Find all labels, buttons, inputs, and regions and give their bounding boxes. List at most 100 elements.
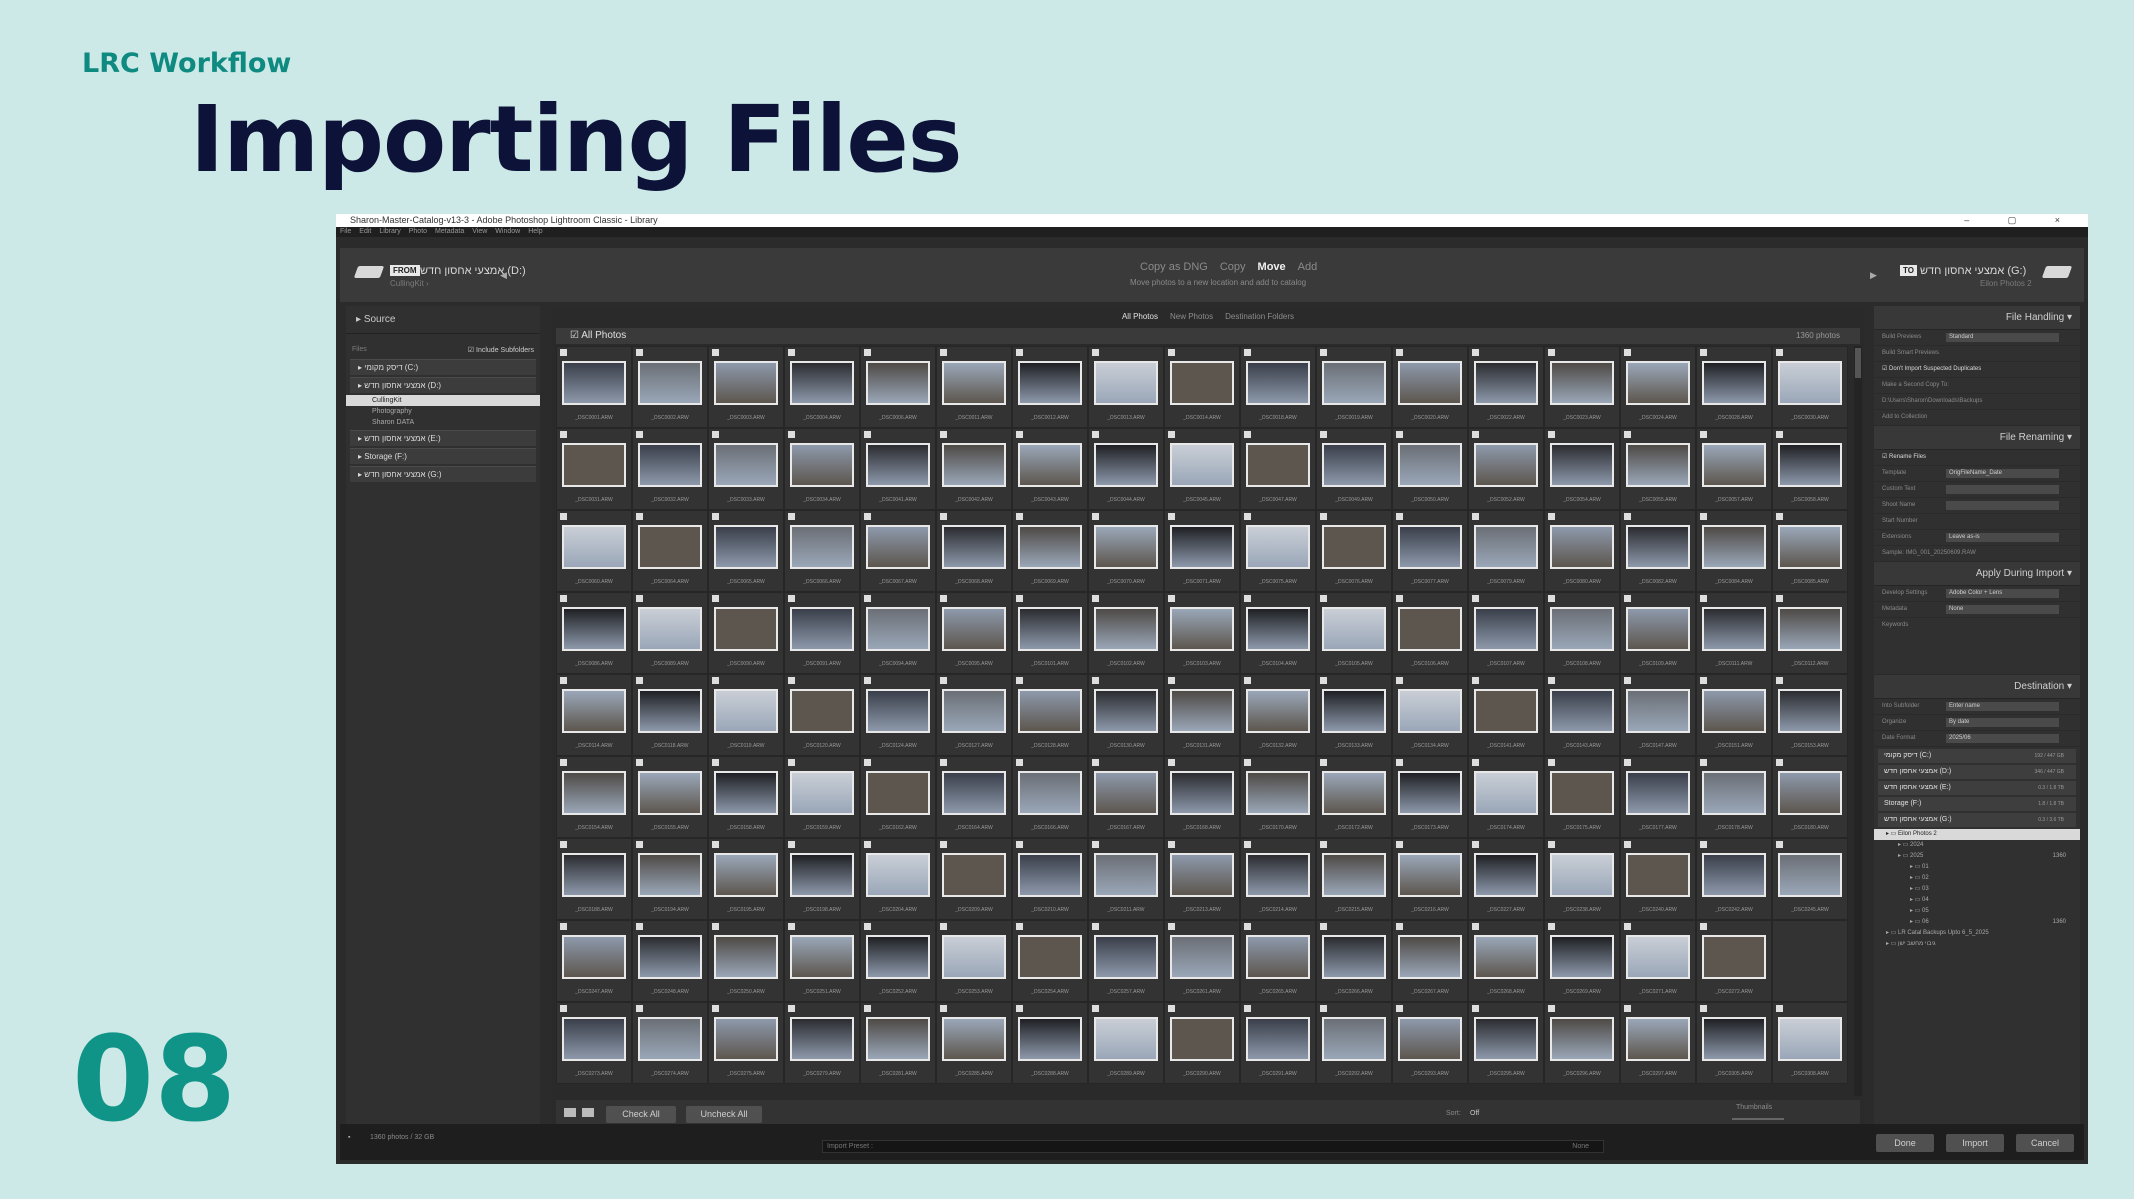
photo-cell[interactable]: _DSC0076.ARW [1316, 510, 1392, 592]
photo-thumbnail[interactable] [562, 689, 626, 733]
photo-checkbox[interactable] [1776, 677, 1783, 684]
photo-cell[interactable]: _DSC0269.ARW [1544, 920, 1620, 1002]
photo-checkbox[interactable] [1320, 595, 1327, 602]
photo-cell[interactable]: _DSC0305.ARW [1696, 1002, 1772, 1084]
photo-thumbnail[interactable] [1094, 689, 1158, 733]
include-subfolders-checkbox[interactable]: ☑ Include Subfolders [468, 346, 534, 354]
photo-thumbnail[interactable] [1322, 853, 1386, 897]
photo-checkbox[interactable] [1168, 513, 1175, 520]
source-volume[interactable]: ▸ אמצעי אחסון חדש (E:) [350, 430, 536, 446]
photo-thumbnail[interactable] [638, 361, 702, 405]
develop-settings[interactable]: Develop Settings Adobe Color + Lens [1874, 586, 2080, 602]
photo-cell[interactable]: _DSC0274.ARW [632, 1002, 708, 1084]
photo-cell[interactable]: _DSC0002.ARW [632, 346, 708, 428]
photo-checkbox[interactable] [940, 595, 947, 602]
photo-thumbnail[interactable] [1778, 1017, 1842, 1061]
source-subfolder[interactable]: CullingKit [346, 395, 540, 406]
photo-checkbox[interactable] [1016, 923, 1023, 930]
photo-thumbnail[interactable] [1246, 525, 1310, 569]
photo-thumbnail[interactable] [1170, 525, 1234, 569]
photo-thumbnail[interactable] [1246, 361, 1310, 405]
photo-thumbnail[interactable] [1626, 689, 1690, 733]
photo-cell[interactable]: _DSC0004.ARW [784, 346, 860, 428]
photo-cell[interactable]: _DSC0069.ARW [1012, 510, 1088, 592]
photo-cell[interactable]: _DSC0257.ARW [1088, 920, 1164, 1002]
photo-cell[interactable]: _DSC0238.ARW [1544, 838, 1620, 920]
photo-cell[interactable]: _DSC0049.ARW [1316, 428, 1392, 510]
to-volume[interactable]: אמצעי אחסון חדש (G:) [1920, 265, 2026, 277]
photo-thumbnail[interactable] [1702, 771, 1766, 815]
photo-thumbnail[interactable] [790, 443, 854, 487]
photo-thumbnail[interactable] [562, 525, 626, 569]
photo-checkbox[interactable] [1472, 677, 1479, 684]
photo-cell[interactable]: _DSC0067.ARW [860, 510, 936, 592]
photo-checkbox[interactable] [1396, 431, 1403, 438]
photo-thumbnail[interactable] [866, 853, 930, 897]
photo-cell[interactable]: _DSC0247.ARW [556, 920, 632, 1002]
filter-tab[interactable]: Destination Folders [1225, 312, 1294, 321]
photo-cell[interactable]: _DSC0250.ARW [708, 920, 784, 1002]
photo-thumbnail[interactable] [1018, 361, 1082, 405]
photo-cell[interactable]: _DSC0106.ARW [1392, 592, 1468, 674]
photo-cell[interactable]: _DSC0068.ARW [936, 510, 1012, 592]
destination-volume[interactable]: אמצעי אחסון חדש (E:) 0.3 / 1.8 TB [1878, 781, 2076, 795]
photo-checkbox[interactable] [864, 923, 871, 930]
photo-thumbnail[interactable] [638, 525, 702, 569]
photo-cell[interactable]: _DSC0296.ARW [1544, 1002, 1620, 1084]
photo-checkbox[interactable] [1092, 595, 1099, 602]
photo-cell[interactable]: _DSC0308.ARW [1772, 1002, 1848, 1084]
photo-thumbnail[interactable] [1170, 935, 1234, 979]
photo-cell[interactable]: _DSC0275.ARW [708, 1002, 784, 1084]
photo-thumbnail[interactable] [1474, 1017, 1538, 1061]
photo-checkbox[interactable] [1776, 1005, 1783, 1012]
photo-checkbox[interactable] [1016, 595, 1023, 602]
photo-thumbnail[interactable] [1246, 1017, 1310, 1061]
photo-cell[interactable]: _DSC0032.ARW [632, 428, 708, 510]
photo-checkbox[interactable] [788, 349, 795, 356]
source-volume[interactable]: ▸ אמצעי אחסון חדש (D:) [350, 377, 536, 393]
photo-thumbnail[interactable] [562, 607, 626, 651]
photo-cell[interactable]: _DSC0107.ARW [1468, 592, 1544, 674]
photo-cell[interactable]: _DSC0024.ARW [1620, 346, 1696, 428]
photo-checkbox[interactable] [1624, 431, 1631, 438]
photo-checkbox[interactable] [1700, 1005, 1707, 1012]
photo-checkbox[interactable] [1472, 431, 1479, 438]
photo-checkbox[interactable] [1700, 759, 1707, 766]
photo-checkbox[interactable] [636, 677, 643, 684]
photo-thumbnail[interactable] [866, 361, 930, 405]
photo-thumbnail[interactable] [714, 689, 778, 733]
photo-checkbox[interactable] [1472, 513, 1479, 520]
photo-thumbnail[interactable] [1246, 771, 1310, 815]
menu-item[interactable]: Metadata [435, 228, 464, 235]
photo-checkbox[interactable] [1776, 841, 1783, 848]
photo-checkbox[interactable] [712, 841, 719, 848]
source-volume[interactable]: ▸ Storage (F:) [350, 448, 536, 464]
smart-previews[interactable]: Build Smart Previews [1874, 346, 2080, 362]
photo-checkbox[interactable] [1244, 841, 1251, 848]
photo-thumbnail[interactable] [714, 771, 778, 815]
photo-thumbnail[interactable] [562, 361, 626, 405]
photo-thumbnail[interactable] [714, 607, 778, 651]
to-arrow-icon[interactable]: ▶ [1870, 270, 1877, 281]
photo-thumbnail[interactable] [1018, 935, 1082, 979]
photo-checkbox[interactable] [1776, 759, 1783, 766]
photo-checkbox[interactable] [1624, 923, 1631, 930]
photo-cell[interactable]: _DSC0289.ARW [1088, 1002, 1164, 1084]
photo-checkbox[interactable] [1244, 595, 1251, 602]
photo-cell[interactable]: _DSC0118.ARW [632, 674, 708, 756]
destination-folder[interactable]: ▸ ▭ גיבוי מחשב ישן [1874, 939, 2080, 950]
extensions-value[interactable]: Leave as-is [1946, 533, 2059, 542]
from-arrow-icon[interactable]: ◀ [500, 270, 507, 281]
photo-checkbox[interactable] [1472, 1005, 1479, 1012]
photo-cell[interactable]: _DSC0178.ARW [1696, 756, 1772, 838]
photo-thumbnail[interactable] [1474, 361, 1538, 405]
photo-checkbox[interactable] [712, 513, 719, 520]
photo-checkbox[interactable] [560, 431, 567, 438]
photo-checkbox[interactable] [1244, 349, 1251, 356]
photo-cell[interactable]: _DSC0209.ARW [936, 838, 1012, 920]
photo-cell[interactable]: _DSC0172.ARW [1316, 756, 1392, 838]
photo-checkbox[interactable] [1624, 595, 1631, 602]
photo-checkbox[interactable] [1700, 677, 1707, 684]
photo-cell[interactable]: _DSC0111.ARW [1696, 592, 1772, 674]
photo-cell[interactable]: _DSC0132.ARW [1240, 674, 1316, 756]
